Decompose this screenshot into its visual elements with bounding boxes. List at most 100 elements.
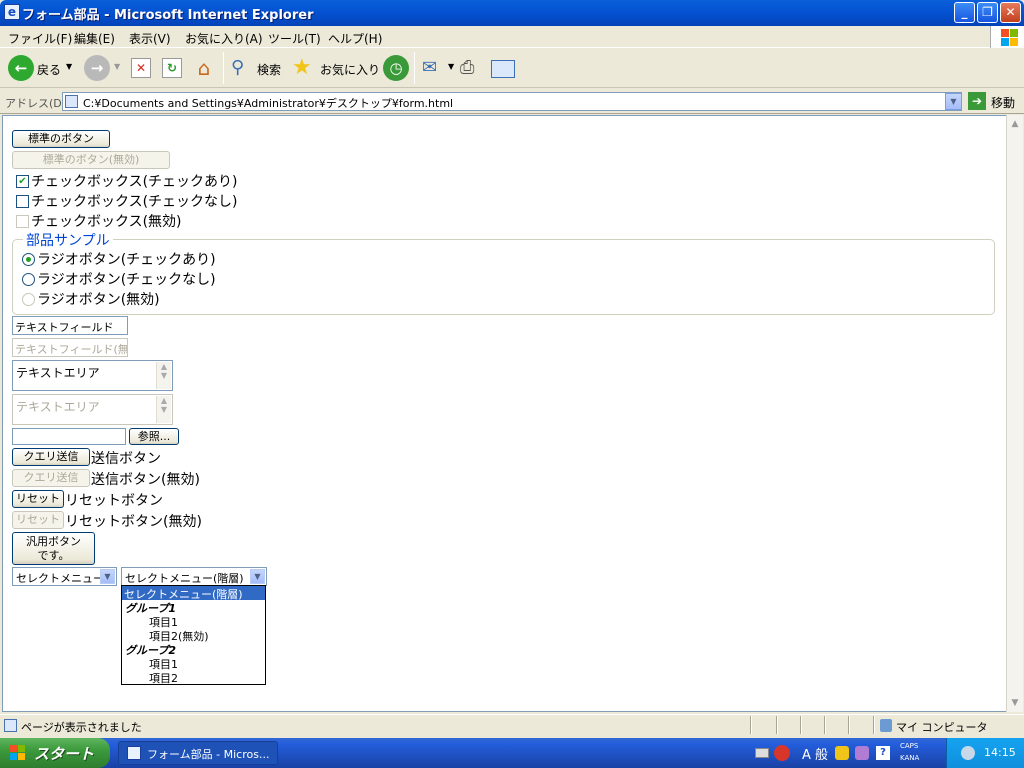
toolbar-separator	[414, 52, 415, 84]
menu-edit[interactable]: 編集(E)	[74, 30, 115, 47]
select-menu-grouped-value: セレクトメニュー(階層)	[125, 572, 244, 585]
textarea-scrollbar[interactable]: ▲ ▼	[156, 362, 171, 389]
speaker-icon[interactable]	[961, 746, 975, 760]
taskbar-item-label: フォーム部品 - Micros...	[147, 748, 270, 761]
radio-disabled-label: ラジオボタン(無効)	[37, 292, 160, 308]
checkbox-checked[interactable]: ✔	[16, 175, 29, 188]
file-path-input[interactable]	[12, 428, 126, 445]
scroll-up-icon[interactable]: ▲	[1008, 117, 1022, 131]
select-dropdown-icon[interactable]: ▼	[100, 569, 115, 584]
minimize-button[interactable]: _	[954, 2, 975, 23]
menu-favorites[interactable]: お気に入り(A)	[185, 30, 263, 47]
status-divider	[848, 716, 850, 734]
radio-disabled	[22, 293, 35, 306]
restore-button[interactable]: ❐	[977, 2, 998, 23]
page-done-icon	[4, 719, 17, 732]
back-button-label[interactable]: 戻る	[37, 61, 61, 78]
print-icon[interactable]: ⎙	[460, 57, 484, 79]
help-icon[interactable]: ?	[876, 746, 890, 760]
refresh-icon[interactable]: ↻	[162, 58, 182, 78]
menu-bar: ファイル(F) 編集(E) 表示(V) お気に入り(A) ツール(T) ヘルプ(…	[0, 26, 1024, 48]
select-menu-grouped[interactable]: セレクトメニュー(階層) ▼	[121, 567, 267, 586]
textarea-disabled-value: テキストエリア	[16, 400, 100, 414]
dictionary-icon[interactable]	[855, 746, 869, 760]
checkbox-disabled-label: チェックボックス(無効)	[31, 214, 182, 230]
ie-icon	[127, 746, 141, 760]
security-zone: マイ コンピュータ	[896, 721, 988, 734]
start-button[interactable]: スタート	[0, 738, 110, 768]
keyboard-icon[interactable]	[755, 748, 769, 758]
menu-help[interactable]: ヘルプ(H)	[328, 30, 382, 47]
reset-button[interactable]: リセット	[12, 490, 64, 508]
status-divider	[776, 716, 778, 734]
windows-flag-icon	[10, 745, 26, 761]
standard-button-disabled: 標準のボタン(無効)	[12, 151, 170, 169]
address-input[interactable]: C:¥Documents and Settings¥Administrator¥…	[62, 92, 962, 111]
standard-button[interactable]: 標準のボタン	[12, 130, 110, 148]
window-title: フォーム部品 - Microsoft Internet Explorer	[22, 8, 314, 23]
home-icon[interactable]: ⌂	[192, 56, 216, 80]
computer-icon	[880, 719, 892, 732]
radio-checked-label: ラジオボタン(チェックあり)	[37, 252, 216, 268]
submit-button-disabled: クエリ送信	[12, 469, 90, 487]
system-tray: 14:15	[946, 738, 1024, 768]
toolbar-separator	[223, 52, 224, 84]
fieldset-legend: 部品サンプル	[23, 230, 113, 250]
status-divider	[824, 716, 826, 734]
favorites-button-label[interactable]: お気に入り	[320, 61, 380, 78]
address-value: C:¥Documents and Settings¥Administrator¥…	[83, 97, 454, 110]
mail-icon[interactable]: ✉	[422, 58, 446, 78]
select-menu[interactable]: セレクトメニュー ▼	[12, 567, 117, 586]
scroll-down-icon[interactable]: ▼	[1008, 696, 1022, 710]
checkbox-checked-label: チェックボックス(チェックあり)	[31, 174, 238, 190]
go-arrow-icon[interactable]: ➔	[968, 92, 986, 110]
textarea[interactable]: テキストエリア ▲ ▼	[12, 360, 173, 391]
reset-button-disabled: リセット	[12, 511, 64, 529]
tool-icon[interactable]	[835, 746, 849, 760]
generic-button[interactable]: 汎用ボタン です。	[12, 532, 95, 565]
clock[interactable]: 14:15	[984, 746, 1016, 759]
kana-indicator: KANA	[900, 754, 920, 762]
favorites-star-icon[interactable]: ★	[292, 55, 318, 81]
ime-icon[interactable]	[774, 745, 790, 761]
close-button[interactable]: ✕	[1000, 2, 1021, 23]
status-bar	[0, 714, 1024, 738]
radio-checked[interactable]	[22, 253, 35, 266]
taskbar-item-ie[interactable]: フォーム部品 - Micros...	[118, 741, 278, 765]
caps-indicator: CAPS	[900, 742, 919, 750]
checkbox-unchecked[interactable]	[16, 195, 29, 208]
dropdown-option[interactable]: 項目2	[149, 670, 178, 686]
dropdown-option-selected[interactable]: セレクトメニュー(階層)	[122, 586, 265, 601]
edit-icon[interactable]	[491, 60, 515, 78]
browse-button[interactable]: 参照...	[129, 428, 179, 445]
stop-icon[interactable]: ✕	[131, 58, 151, 78]
menu-view[interactable]: 表示(V)	[129, 30, 171, 47]
back-arrow-icon[interactable]: ←	[8, 55, 34, 81]
dropdown-list: セレクトメニュー(階層) グループ1 項目1 項目2(無効) グループ2 項目1…	[121, 585, 266, 685]
title-bar[interactable]: e フォーム部品 - Microsoft Internet Explorer _…	[0, 0, 1024, 26]
ime-mode[interactable]: A 般	[802, 744, 828, 763]
status-divider	[800, 716, 802, 734]
page-icon	[65, 95, 78, 108]
radio-unchecked-label: ラジオボタン(チェックなし)	[37, 272, 216, 288]
select-grouped-dropdown-icon[interactable]: ▼	[250, 569, 265, 584]
search-icon[interactable]: ⚲	[231, 57, 253, 79]
history-icon[interactable]: ◷	[383, 55, 409, 81]
search-button-label[interactable]: 検索	[257, 61, 281, 78]
go-button-label[interactable]: 移動	[991, 94, 1015, 111]
reset-label: リセットボタン	[65, 493, 163, 509]
back-dropdown-icon[interactable]: ▼	[66, 62, 72, 71]
vertical-scrollbar[interactable]	[1006, 115, 1023, 712]
menu-file[interactable]: ファイル(F)	[8, 30, 72, 47]
forward-dropdown-icon[interactable]: ▼	[114, 62, 120, 71]
mail-dropdown-icon[interactable]: ▼	[448, 62, 454, 71]
radio-unchecked[interactable]	[22, 273, 35, 286]
address-dropdown-icon[interactable]: ▼	[945, 93, 962, 110]
submit-button[interactable]: クエリ送信	[12, 448, 90, 466]
text-field-disabled: テキストフィールド(無効)	[12, 338, 128, 357]
text-field[interactable]: テキストフィールド	[12, 316, 128, 335]
forward-arrow-icon[interactable]: →	[84, 55, 110, 81]
menu-tools[interactable]: ツール(T)	[268, 30, 321, 47]
textarea-value: テキストエリア	[16, 366, 100, 380]
checkbox-unchecked-label: チェックボックス(チェックなし)	[31, 194, 238, 210]
